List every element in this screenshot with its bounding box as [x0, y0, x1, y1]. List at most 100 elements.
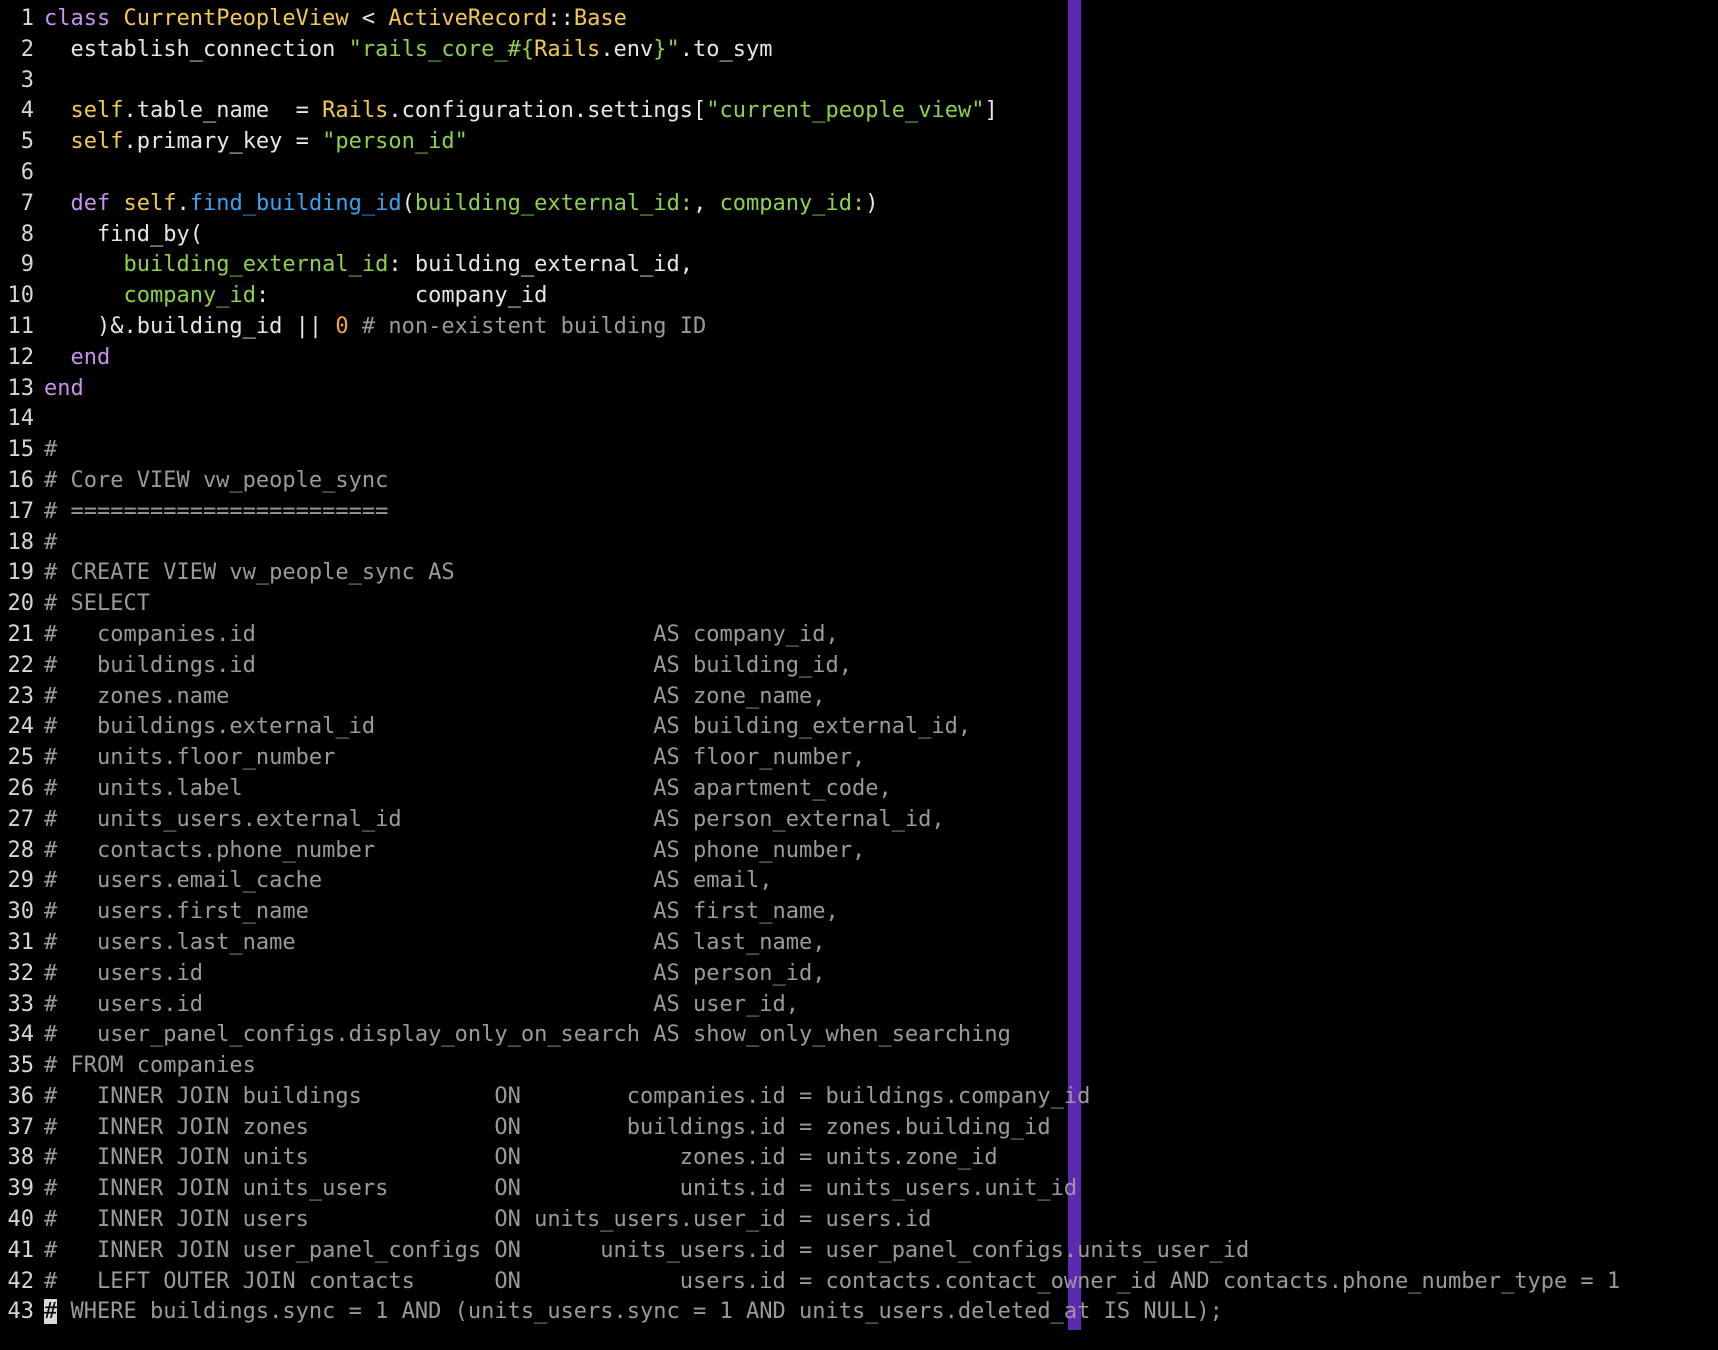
line-number: 22: [7, 652, 35, 678]
code-line[interactable]: 8 find_by(: [0, 220, 1620, 251]
line-number: 8: [20, 221, 34, 247]
line-number: 33: [7, 991, 35, 1017]
code-line[interactable]: 26 # units.label AS apartment_code,: [0, 774, 1620, 805]
code-line[interactable]: 13 end: [0, 374, 1620, 405]
line-number: 7: [20, 190, 34, 216]
code-line[interactable]: 16 # Core VIEW vw_people_sync: [0, 466, 1620, 497]
code-line[interactable]: 41 # INNER JOIN user_panel_configs ON uni…: [0, 1236, 1620, 1267]
line-number: 9: [20, 252, 34, 278]
code-line[interactable]: 15 #: [0, 435, 1620, 466]
code-line[interactable]: 31 # users.last_name AS last_name,: [0, 928, 1620, 959]
line-number: 10: [7, 283, 35, 309]
code-token: .table_name =: [123, 98, 323, 124]
code-line[interactable]: 18 #: [0, 528, 1620, 559]
line-number: 20: [7, 591, 35, 617]
code-line[interactable]: 23 # zones.name AS zone_name,: [0, 682, 1620, 713]
code-line[interactable]: 37 # INNER JOIN zones ON buildings.id = z…: [0, 1113, 1620, 1144]
code-token: # INNER JOIN units ON zones.id = units.z…: [44, 1145, 998, 1171]
code-token: ]: [984, 98, 998, 124]
code-line[interactable]: 40 # INNER JOIN users ON units_users.user…: [0, 1205, 1620, 1236]
code-line[interactable]: 35 # FROM companies: [0, 1051, 1620, 1082]
code-token: # users.id AS user_id,: [44, 991, 799, 1017]
line-number: 2: [20, 36, 34, 62]
code-token: # units.label AS apartment_code,: [44, 775, 892, 801]
code-line[interactable]: 36 # INNER JOIN buildings ON companies.id…: [0, 1082, 1620, 1113]
code-line[interactable]: 11 )&.building_id || 0 # non-existent bu…: [0, 312, 1620, 343]
code-line[interactable]: 42 # LEFT OUTER JOIN contacts ON users.id…: [0, 1267, 1621, 1298]
code-line[interactable]: 43 # WHERE buildings.sync = 1 AND (units_…: [0, 1297, 1620, 1328]
code-line[interactable]: 21 # companies.id AS company_id,: [0, 620, 1620, 651]
code-token: # user_panel_configs.display_only_on_sea…: [44, 1022, 1011, 1048]
code-line[interactable]: 7 def self.find_building_id(building_ext…: [0, 189, 1620, 220]
code-token: # INNER JOIN user_panel_configs ON units…: [44, 1237, 1250, 1263]
code-line[interactable]: 28 # contacts.phone_number AS phone_numbe…: [0, 836, 1620, 867]
code-line[interactable]: 29 # users.email_cache AS email,: [0, 866, 1620, 897]
code-line[interactable]: 2 establish_connection "rails_core_#{Rai…: [0, 35, 1620, 66]
line-number: 5: [20, 129, 34, 155]
code-line[interactable]: 34 # user_panel_configs.display_only_on_s…: [0, 1020, 1620, 1051]
code-token: find_building_id: [189, 190, 402, 216]
code-line[interactable]: 14: [0, 404, 1620, 435]
code-token: self: [70, 98, 124, 124]
code-line[interactable]: 38 # INNER JOIN units ON zones.id = units…: [0, 1143, 1620, 1174]
code-token: establish_connection: [44, 36, 349, 62]
line-number: 31: [7, 929, 35, 955]
code-token: .: [176, 190, 190, 216]
code-line[interactable]: 10 company_id: company_id: [0, 281, 1620, 312]
code-line[interactable]: 4 self.table_name = Rails.configuration.…: [0, 96, 1620, 127]
code-token: # units_users.external_id AS person_exte…: [44, 806, 945, 832]
code-token: Rails: [534, 36, 601, 62]
code-line[interactable]: 5 self.primary_key = "person_id": [0, 127, 1620, 158]
code-token: Base: [573, 6, 627, 31]
code-line[interactable]: 19 # CREATE VIEW vw_people_sync AS: [0, 558, 1620, 589]
code-token: # LEFT OUTER JOIN contacts ON users.id =…: [44, 1268, 1621, 1294]
code-token: # contacts.phone_number AS phone_number,: [44, 837, 866, 863]
code-line[interactable]: 1 class CurrentPeopleView < ActiveRecord:…: [0, 4, 1620, 35]
line-number: 1: [20, 6, 34, 31]
code-line[interactable]: 3: [0, 66, 1620, 97]
code-line[interactable]: 25 # units.floor_number AS floor_number,: [0, 743, 1620, 774]
code-line[interactable]: 24 # buildings.external_id AS building_ex…: [0, 712, 1620, 743]
code-line[interactable]: 20 # SELECT: [0, 589, 1620, 620]
code-token: (: [401, 190, 415, 216]
line-number: 11: [7, 313, 35, 339]
code-token: )&.building_id ||: [44, 313, 336, 339]
code-line[interactable]: 17 # ========================: [0, 497, 1620, 528]
code-token: # INNER JOIN zones ON buildings.id = zon…: [44, 1114, 1051, 1140]
line-number: 6: [20, 159, 34, 185]
code-line[interactable]: 12 end: [0, 343, 1620, 374]
code-token: ,: [693, 190, 720, 216]
line-number: 18: [7, 529, 35, 555]
code-line[interactable]: 39 # INNER JOIN units_users ON units.id =…: [0, 1174, 1620, 1205]
code-line[interactable]: 32 # users.id AS person_id,: [0, 959, 1620, 990]
code-token: # FROM companies: [44, 1053, 256, 1079]
line-number: 41: [7, 1237, 35, 1263]
line-number: 36: [7, 1083, 35, 1109]
line-number: 15: [7, 437, 35, 463]
code-line[interactable]: 9 building_external_id: building_externa…: [0, 250, 1620, 281]
line-number: 28: [7, 837, 35, 863]
code-line[interactable]: 6: [0, 158, 1620, 189]
code-token: .configuration.settings[: [388, 98, 707, 124]
code-line[interactable]: 22 # buildings.id AS building_id,: [0, 651, 1620, 682]
code-token: company_id: [123, 283, 256, 309]
code-line[interactable]: 30 # users.first_name AS first_name,: [0, 897, 1620, 928]
code-editor[interactable]: 1 class CurrentPeopleView < ActiveRecord:…: [0, 0, 1718, 1350]
code-token: # SELECT: [44, 591, 150, 617]
code-token: .primary_key =: [123, 129, 323, 155]
code-lines[interactable]: 1 class CurrentPeopleView < ActiveRecord:…: [0, 4, 1620, 1328]
code-token: "rails_core_#{: [348, 36, 535, 62]
code-token: # users.last_name AS last_name,: [44, 929, 826, 955]
code-token: }": [653, 36, 680, 62]
code-line[interactable]: 27 # units_users.external_id AS person_ex…: [0, 805, 1620, 836]
code-line[interactable]: 33 # users.id AS user_id,: [0, 990, 1620, 1021]
code-token: #: [44, 437, 58, 463]
code-token: ::: [547, 6, 574, 31]
code-token: # users.email_cache AS email,: [44, 868, 773, 894]
